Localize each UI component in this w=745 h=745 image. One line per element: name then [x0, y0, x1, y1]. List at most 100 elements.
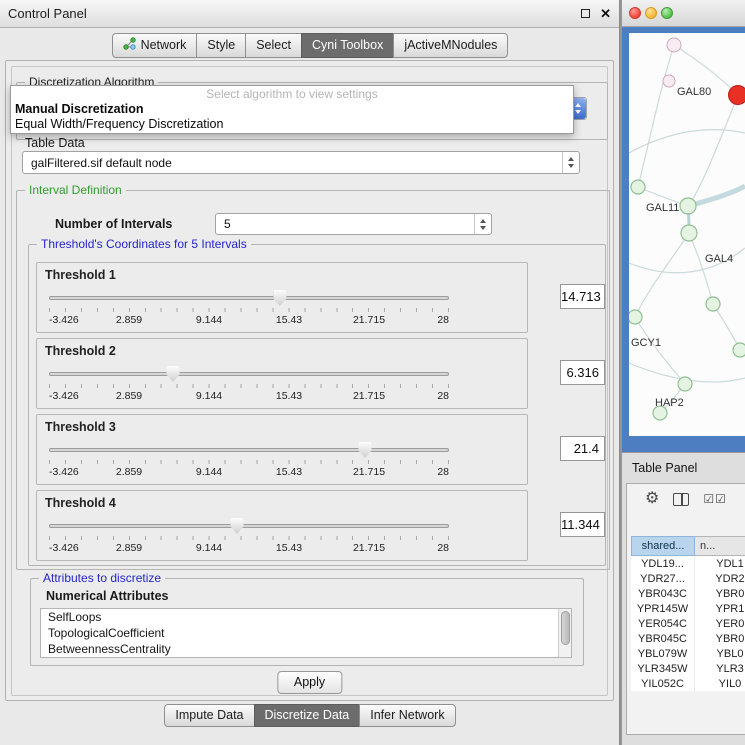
cell[interactable]: YPR145W	[631, 601, 695, 616]
mac-close-icon[interactable]	[629, 7, 641, 19]
slider-track[interactable]	[49, 524, 449, 528]
selected-node[interactable]	[729, 86, 745, 105]
table-row[interactable]: YDR27...YDR2	[631, 571, 745, 586]
table-row[interactable]: YBL079WYBL0	[631, 646, 745, 661]
tab-select[interactable]: Select	[245, 33, 302, 58]
tab-discretize-data[interactable]: Discretize Data	[254, 704, 361, 727]
table-row[interactable]: YDL19...YDL1	[631, 556, 745, 571]
node[interactable]	[631, 180, 645, 194]
threshold-value-field[interactable]: 21.4	[560, 436, 605, 461]
slider-thumb[interactable]	[359, 442, 372, 458]
threshold-label: Threshold 4	[45, 496, 116, 510]
tab-impute-data[interactable]: Impute Data	[164, 704, 254, 727]
group-title: Threshold's Coordinates for 5 Intervals	[37, 237, 251, 251]
cell[interactable]: YBR0	[695, 631, 745, 646]
network-graph[interactable]: GAL80 GAL11 GAL4 GCY1 HAP2	[629, 33, 745, 436]
cell[interactable]: YBR0	[695, 586, 745, 601]
table-row[interactable]: YBR043CYBR0	[631, 586, 745, 601]
scale-label: 21.715	[353, 542, 385, 554]
dropdown-option-equal-width[interactable]: Equal Width/Frequency Discretization	[11, 117, 573, 132]
list-item[interactable]: SelfLoops	[41, 609, 571, 625]
columns-icon[interactable]	[673, 493, 689, 506]
slider-ticks	[49, 384, 449, 388]
cell[interactable]: YDR2	[695, 571, 745, 586]
scale-label: 28	[437, 390, 449, 402]
table-row[interactable]: YER054CYER0	[631, 616, 745, 631]
window-title: Control Panel	[8, 6, 87, 21]
cell[interactable]: YDL19...	[631, 556, 695, 571]
attributes-list[interactable]: SelfLoops TopologicalCoefficient Between…	[40, 608, 572, 658]
threshold-slider[interactable]: -3.426 2.859 9.144 15.43 21.715 28	[49, 366, 449, 406]
tab-label: Discretize Data	[265, 708, 350, 722]
cell[interactable]: YPR1	[695, 601, 745, 616]
cell[interactable]: YBL0	[695, 646, 745, 661]
slider-thumb[interactable]	[231, 518, 244, 534]
dropdown-hint: Select algorithm to view settings	[11, 86, 573, 102]
cell[interactable]: YBR043C	[631, 586, 695, 601]
node[interactable]	[681, 225, 697, 241]
scrollbar[interactable]	[558, 609, 571, 657]
threshold-value-field[interactable]: 6.316	[560, 360, 605, 385]
list-item[interactable]: TopologicalCoefficient	[41, 625, 571, 641]
combobox-arrows-icon[interactable]	[562, 152, 579, 173]
cell[interactable]: YIL0	[695, 676, 745, 691]
tab-jactivemnodules[interactable]: jActiveMNodules	[393, 33, 508, 58]
tab-style[interactable]: Style	[196, 33, 246, 58]
close-icon[interactable]: ✕	[600, 7, 611, 20]
mac-zoom-icon[interactable]	[661, 7, 673, 19]
gear-icon[interactable]: ⚙	[645, 491, 659, 507]
table-row[interactable]: YIL052CYIL0	[631, 676, 745, 691]
threshold-value-field[interactable]: 14.713	[560, 284, 605, 309]
tab-infer-network[interactable]: Infer Network	[359, 704, 455, 727]
node[interactable]	[667, 38, 681, 52]
slider-track[interactable]	[49, 372, 449, 376]
scale-label: 2.859	[116, 542, 142, 554]
slider-ticks	[49, 460, 449, 464]
tab-cyni-toolbox[interactable]: Cyni Toolbox	[301, 33, 394, 58]
list-item[interactable]: BetweennessCentrality	[41, 641, 571, 657]
number-of-intervals-combobox[interactable]: 5	[215, 213, 492, 235]
network-canvas[interactable]: GAL80 GAL11 GAL4 GCY1 HAP2	[629, 33, 745, 436]
node[interactable]	[663, 75, 675, 87]
cell[interactable]: YLR345W	[631, 661, 695, 676]
slider-track[interactable]	[49, 296, 449, 300]
table-row[interactable]: YPR145WYPR1	[631, 601, 745, 616]
node[interactable]	[680, 198, 696, 214]
slider-scale: -3.426 2.859 9.144 15.43 21.715 28	[49, 314, 449, 327]
threshold-value-field[interactable]: 11.344	[560, 512, 605, 537]
cell[interactable]: YBL079W	[631, 646, 695, 661]
node-label: GAL11	[646, 202, 679, 214]
cell[interactable]: YER0	[695, 616, 745, 631]
column-header-name[interactable]: n...	[695, 536, 745, 556]
slider-thumb[interactable]	[273, 290, 286, 306]
node[interactable]	[706, 297, 720, 311]
node[interactable]	[629, 310, 642, 324]
cell[interactable]: YDR27...	[631, 571, 695, 586]
cell[interactable]: YER054C	[631, 616, 695, 631]
cell[interactable]: YIL052C	[631, 676, 695, 691]
slider-thumb[interactable]	[167, 366, 180, 382]
mac-minimize-icon[interactable]	[645, 7, 657, 19]
slider-track[interactable]	[49, 448, 449, 452]
node[interactable]	[733, 343, 745, 357]
tab-network[interactable]: Network	[112, 33, 198, 58]
table-data-combobox[interactable]: galFiltered.sif default node	[22, 151, 580, 174]
cell[interactable]: YLR3	[695, 661, 745, 676]
column-header-shared-name[interactable]: shared...	[631, 536, 695, 556]
tab-label: Cyni Toolbox	[312, 38, 383, 52]
threshold-slider[interactable]: -3.426 2.859 9.144 15.43 21.715 28	[49, 290, 449, 330]
scrollbar-thumb[interactable]	[561, 611, 570, 645]
apply-button[interactable]: Apply	[277, 671, 342, 694]
cell[interactable]: YBR045C	[631, 631, 695, 646]
combobox-arrows-icon[interactable]	[474, 214, 491, 234]
maximize-icon[interactable]	[581, 9, 590, 18]
table-row[interactable]: YLR345WYLR3	[631, 661, 745, 676]
threshold-slider[interactable]: -3.426 2.859 9.144 15.43 21.715 28	[49, 518, 449, 558]
threshold-slider[interactable]: -3.426 2.859 9.144 15.43 21.715 28	[49, 442, 449, 482]
checkbox-filter-icon[interactable]: ☑☑	[703, 493, 727, 505]
node[interactable]	[678, 377, 692, 391]
slider-ticks	[49, 308, 449, 312]
cell[interactable]: YDL1	[695, 556, 745, 571]
table-row[interactable]: YBR045CYBR0	[631, 631, 745, 646]
dropdown-option-manual[interactable]: Manual Discretization	[11, 102, 573, 117]
